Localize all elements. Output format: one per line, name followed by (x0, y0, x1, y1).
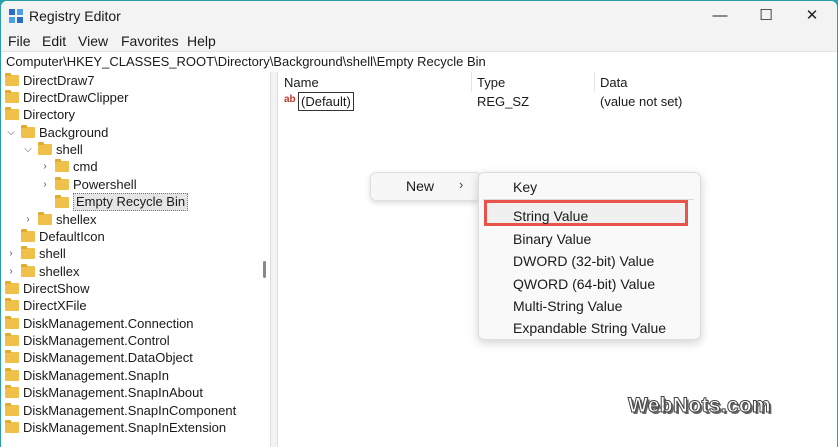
value-data: (value not set) (600, 94, 683, 109)
folder-icon (5, 73, 19, 86)
title-bar: Registry Editor — ☐ ✕ (1, 1, 837, 31)
submenu-item-qword-value[interactable]: QWORD (64-bit) Value (513, 276, 655, 292)
menu-view[interactable]: View (78, 33, 108, 49)
folder-icon (5, 385, 19, 398)
registry-editor-icon (9, 9, 23, 23)
chevron-right-icon[interactable]: › (6, 263, 16, 280)
menu-bar: File Edit View Favorites Help (1, 31, 837, 51)
submenu-item-expandable-string-value[interactable]: Expandable String Value (513, 320, 666, 336)
folder-icon (5, 107, 19, 120)
chevron-down-icon[interactable]: ⌵ (6, 124, 16, 141)
chevron-right-icon[interactable]: › (6, 245, 16, 262)
context-menu: New › (370, 172, 481, 201)
folder-icon (21, 229, 35, 242)
folder-icon (55, 195, 69, 208)
folder-icon (5, 90, 19, 103)
value-type: REG_SZ (477, 94, 530, 109)
chevron-right-icon[interactable]: › (40, 176, 50, 193)
close-button[interactable]: ✕ (789, 1, 835, 31)
chevron-down-icon[interactable]: ⌵ (23, 141, 33, 158)
tree-scrollbar[interactable] (263, 261, 266, 278)
submenu-item-string-value[interactable]: String Value (513, 208, 588, 224)
chevron-right-icon[interactable]: › (23, 211, 33, 228)
submenu-item-key[interactable]: Key (513, 179, 537, 195)
column-header-data[interactable]: Data (600, 75, 627, 90)
menu-favorites[interactable]: Favorites (121, 33, 179, 49)
menu-item-new[interactable]: New (406, 178, 434, 194)
column-header-type[interactable]: Type (477, 75, 505, 90)
address-bar[interactable]: Computer\HKEY_CLASSES_ROOT\Directory\Bac… (1, 51, 837, 73)
window-title: Registry Editor (29, 8, 121, 24)
folder-icon (5, 403, 19, 416)
key-tree-pane[interactable]: DirectDraw7 DirectDrawClipper Directory … (1, 72, 270, 447)
column-divider[interactable] (594, 72, 595, 92)
folder-icon (5, 316, 19, 329)
folder-icon (21, 246, 35, 259)
submenu-item-binary-value[interactable]: Binary Value (513, 231, 591, 247)
new-submenu: Key String Value Binary Value DWORD (32-… (478, 172, 701, 340)
folder-icon (5, 368, 19, 381)
folder-icon (38, 212, 52, 225)
folder-icon (5, 420, 19, 433)
chevron-right-icon[interactable]: › (40, 158, 50, 175)
folder-icon (5, 333, 19, 346)
column-header-name[interactable]: Name (284, 75, 319, 90)
registry-editor-window: Registry Editor — ☐ ✕ File Edit View Fav… (1, 1, 837, 447)
menu-file[interactable]: File (8, 33, 31, 49)
submenu-item-multi-string-value[interactable]: Multi-String Value (513, 298, 622, 314)
folder-icon (5, 350, 19, 363)
column-divider[interactable] (471, 72, 472, 92)
value-name: (Default) (298, 92, 354, 111)
folder-icon (55, 177, 69, 190)
folder-icon (21, 264, 35, 277)
folder-icon (5, 281, 19, 294)
folder-icon (21, 125, 35, 138)
pane-splitter[interactable] (270, 72, 278, 447)
submenu-item-dword-value[interactable]: DWORD (32-bit) Value (513, 253, 654, 269)
menu-edit[interactable]: Edit (42, 33, 66, 49)
string-value-icon: ab (284, 94, 296, 105)
minimize-button[interactable]: — (697, 1, 743, 31)
folder-icon (5, 298, 19, 311)
chevron-right-icon: › (459, 177, 464, 192)
folder-icon (55, 159, 69, 172)
folder-icon (38, 142, 52, 155)
menu-help[interactable]: Help (187, 33, 216, 49)
watermark: WebNots.com (628, 394, 772, 418)
address-path: Computer\HKEY_CLASSES_ROOT\Directory\Bac… (6, 54, 486, 69)
value-row[interactable]: ab (Default) REG_SZ (value not set) (278, 92, 837, 111)
maximize-button[interactable]: ☐ (743, 1, 789, 31)
